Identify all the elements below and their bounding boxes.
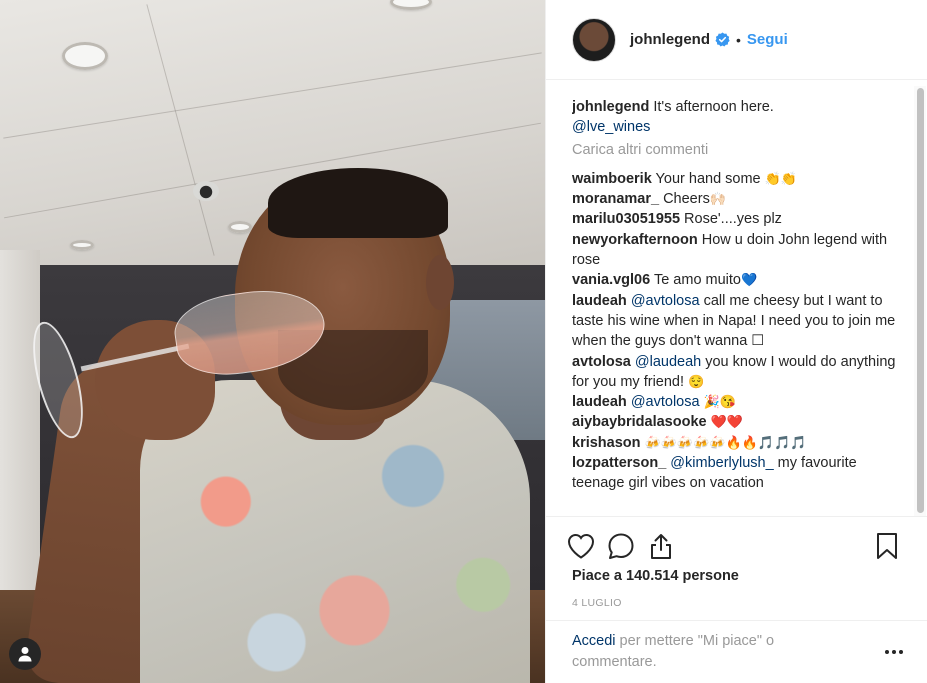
- comment-emoji: ❤️❤️: [710, 414, 743, 430]
- comment-text: Your hand some: [651, 170, 765, 187]
- comment-item: marilu03051955 Rose'....yes plz: [572, 209, 902, 229]
- comment-emoji: 🎉😘: [703, 394, 736, 410]
- comment-username[interactable]: aiybaybridalasooke: [572, 414, 707, 430]
- comment-container: waimboerik Your hand some 👏👏 moranamar_ C…: [572, 169, 902, 494]
- comment-username[interactable]: moranamar_: [572, 191, 659, 207]
- follow-button[interactable]: Segui: [747, 31, 788, 48]
- login-prompt-text: Accedi per mettere "Mi piace" o commenta…: [572, 631, 852, 673]
- comment-mention[interactable]: @avtolosa: [627, 293, 700, 309]
- comment-text: Rose'....yes plz: [680, 211, 782, 228]
- post-header: johnlegend • Segui: [546, 0, 927, 80]
- comment-item: laudeah @avtolosa call me cheesy but I w…: [572, 291, 902, 352]
- comment-mention[interactable]: @kimberlylush_: [666, 455, 773, 471]
- post-side-panel: johnlegend • Segui johnlegend It's after…: [545, 0, 927, 683]
- comment-item: laudeah @avtolosa 🎉😘: [572, 392, 902, 412]
- action-bar: [546, 516, 927, 574]
- post-date[interactable]: 4 LUGLIO: [572, 597, 622, 609]
- comments-scrollbar-thumb[interactable]: [917, 88, 924, 513]
- photo-ear: [426, 255, 454, 310]
- photo-ceiling-light: [70, 240, 94, 250]
- header-separator: •: [736, 31, 741, 48]
- comment-text: Cheers: [659, 191, 710, 208]
- login-link[interactable]: Accedi: [572, 633, 616, 649]
- caption-mention[interactable]: @lve_wines: [572, 119, 650, 135]
- comment-username[interactable]: vania.vgl06: [572, 272, 650, 288]
- comments-list[interactable]: johnlegend It's afternoon here. @lve_win…: [572, 97, 902, 513]
- speech-bubble-icon[interactable]: [606, 531, 636, 561]
- photo-ceiling-light: [228, 221, 252, 233]
- post-photo[interactable]: [0, 0, 545, 683]
- comment-username[interactable]: lozpatterson_: [572, 455, 666, 471]
- ellipsis-icon[interactable]: [882, 642, 906, 662]
- comment-emoji: 💙: [741, 272, 758, 288]
- photo-left-wall: [0, 250, 40, 630]
- comment-mention[interactable]: @laudeah: [631, 354, 701, 370]
- comment-emoji: 🙌🏻: [709, 191, 727, 207]
- comment-emoji: 👏👏: [764, 170, 798, 186]
- caption-text: It's afternoon here.: [649, 99, 774, 115]
- comment-username[interactable]: waimboerik: [572, 171, 652, 187]
- likes-count[interactable]: Piace a 140.514 persone: [572, 568, 739, 584]
- load-more-comments-button[interactable]: Carica altri commenti: [572, 140, 902, 160]
- comment-username[interactable]: marilu03051955: [572, 211, 680, 227]
- comment-item: newyorkafternoon How u doin John legend …: [572, 230, 902, 271]
- bookmark-icon[interactable]: [872, 531, 902, 561]
- comment-username[interactable]: laudeah: [572, 293, 627, 309]
- post-dialog: johnlegend • Segui johnlegend It's after…: [0, 0, 927, 683]
- share-icon[interactable]: [646, 531, 676, 561]
- photo-hair: [268, 168, 448, 238]
- user-tag-icon[interactable]: [9, 638, 41, 670]
- avatar[interactable]: [572, 17, 616, 62]
- verified-badge-icon: [715, 32, 730, 47]
- comment-mention[interactable]: @avtolosa: [627, 394, 700, 410]
- caption-username[interactable]: johnlegend: [572, 99, 649, 115]
- header-username[interactable]: johnlegend: [630, 31, 710, 48]
- comment-item: lozpatterson_ @kimberlylush_ my favourit…: [572, 453, 902, 494]
- comment-item: waimboerik Your hand some 👏👏: [572, 169, 902, 189]
- heart-icon[interactable]: [566, 531, 596, 561]
- comment-username[interactable]: laudeah: [572, 394, 627, 410]
- comment-emoji: 😌: [688, 373, 705, 389]
- photo-ceiling-light: [62, 42, 108, 70]
- comment-username[interactable]: avtolosa: [572, 354, 631, 370]
- comment-username[interactable]: krishason: [572, 435, 641, 451]
- comment-item: aiybaybridalasooke ❤️❤️: [572, 412, 902, 432]
- comment-item: avtolosa @laudeah you know I would do an…: [572, 352, 902, 393]
- comment-text: Te amo muito: [650, 272, 741, 289]
- comment-item: vania.vgl06 Te amo muito💙: [572, 270, 902, 290]
- comment-item: krishason 🍻🍻🍻🍻🍻🔥🔥🎵🎵🎵: [572, 433, 902, 453]
- comment-emoji: 🍻🍻🍻🍻🍻🔥🔥🎵🎵🎵: [644, 434, 807, 450]
- comment-item: moranamar_ Cheers🙌🏻: [572, 189, 902, 209]
- caption: johnlegend It's afternoon here. @lve_win…: [572, 97, 902, 138]
- comment-username[interactable]: newyorkafternoon: [572, 232, 698, 248]
- user-tag-glyph: [18, 647, 32, 662]
- login-prompt: Accedi per mettere "Mi piace" o commenta…: [546, 620, 927, 683]
- photo-security-camera: [193, 181, 219, 201]
